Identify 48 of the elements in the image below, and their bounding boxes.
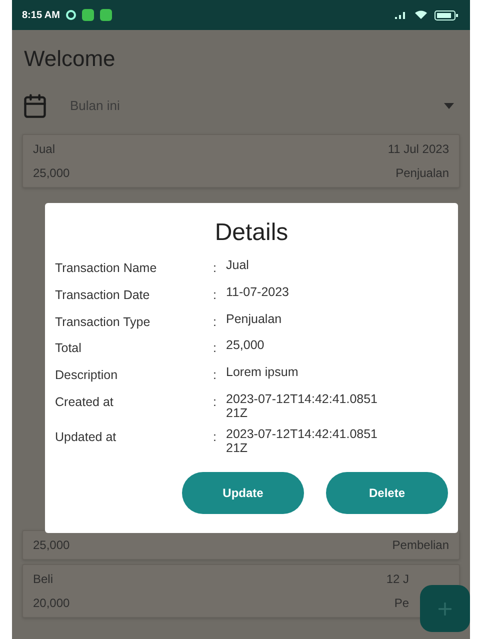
transaction-card[interactable]: Beli 12 J 20,000 Pe (22, 564, 460, 618)
detail-label: Description (55, 367, 119, 384)
transaction-card[interactable]: 25,000 Pembelian (22, 530, 460, 560)
transaction-type: Pembelian (392, 537, 449, 554)
detail-value: 11-07-2023 (226, 286, 290, 301)
detail-colon: : (213, 340, 218, 358)
transaction-total: 25,000 (33, 165, 70, 182)
detail-value: Penjualan (226, 312, 283, 328)
detail-value: Jual (226, 259, 250, 274)
detail-colon: : (213, 286, 218, 304)
detail-value: 25,000 (226, 339, 266, 354)
detail-value: 2023-07-12T14:42:41.085121Z (226, 392, 378, 420)
transaction-name: Jual (33, 141, 56, 158)
add-button[interactable] (420, 585, 470, 632)
calendar-icon (22, 93, 48, 119)
page-title: Welcome (24, 48, 116, 70)
detail-colon: : (213, 367, 218, 384)
detail-label: Updated at (55, 429, 118, 446)
detail-colon: : (213, 260, 218, 277)
battery-icon (434, 10, 460, 20)
detail-label: Total (55, 340, 82, 358)
detail-value: Lorem ipsum (226, 366, 300, 381)
wifi-icon (414, 10, 428, 20)
detail-value: 2023-07-12T14:42:41.085121Z (226, 428, 378, 456)
notification-icon (82, 9, 94, 21)
transaction-card[interactable]: Jual 11 Jul 2023 25,000 Penjualan (22, 134, 460, 188)
caret-icon (444, 103, 454, 109)
detail-label: Created at (55, 394, 114, 411)
status-time: 8:15 AM (22, 8, 60, 22)
transaction-date: 12 J (386, 571, 409, 588)
detail-colon: : (213, 394, 218, 411)
transaction-type: Pe (394, 595, 409, 612)
alarm-icon (66, 10, 76, 20)
signal-icon (394, 10, 408, 20)
transaction-name: Beli (33, 571, 54, 588)
detail-colon: : (213, 314, 218, 330)
dialog-title: Details (214, 218, 290, 248)
transaction-total: 20,000 (33, 595, 70, 612)
delete-button[interactable]: Delete (326, 472, 448, 514)
detail-colon: : (213, 429, 218, 446)
detail-label: Transaction Type (55, 314, 152, 331)
detail-label: Transaction Date (55, 286, 151, 304)
transaction-type: Penjualan (396, 165, 449, 182)
detail-label: Transaction Name (55, 260, 158, 277)
transaction-total: 25,000 (33, 537, 70, 554)
update-button[interactable]: Update (182, 472, 304, 514)
transaction-date: 11 Jul 2023 (388, 141, 449, 158)
notification-icon (100, 9, 112, 21)
